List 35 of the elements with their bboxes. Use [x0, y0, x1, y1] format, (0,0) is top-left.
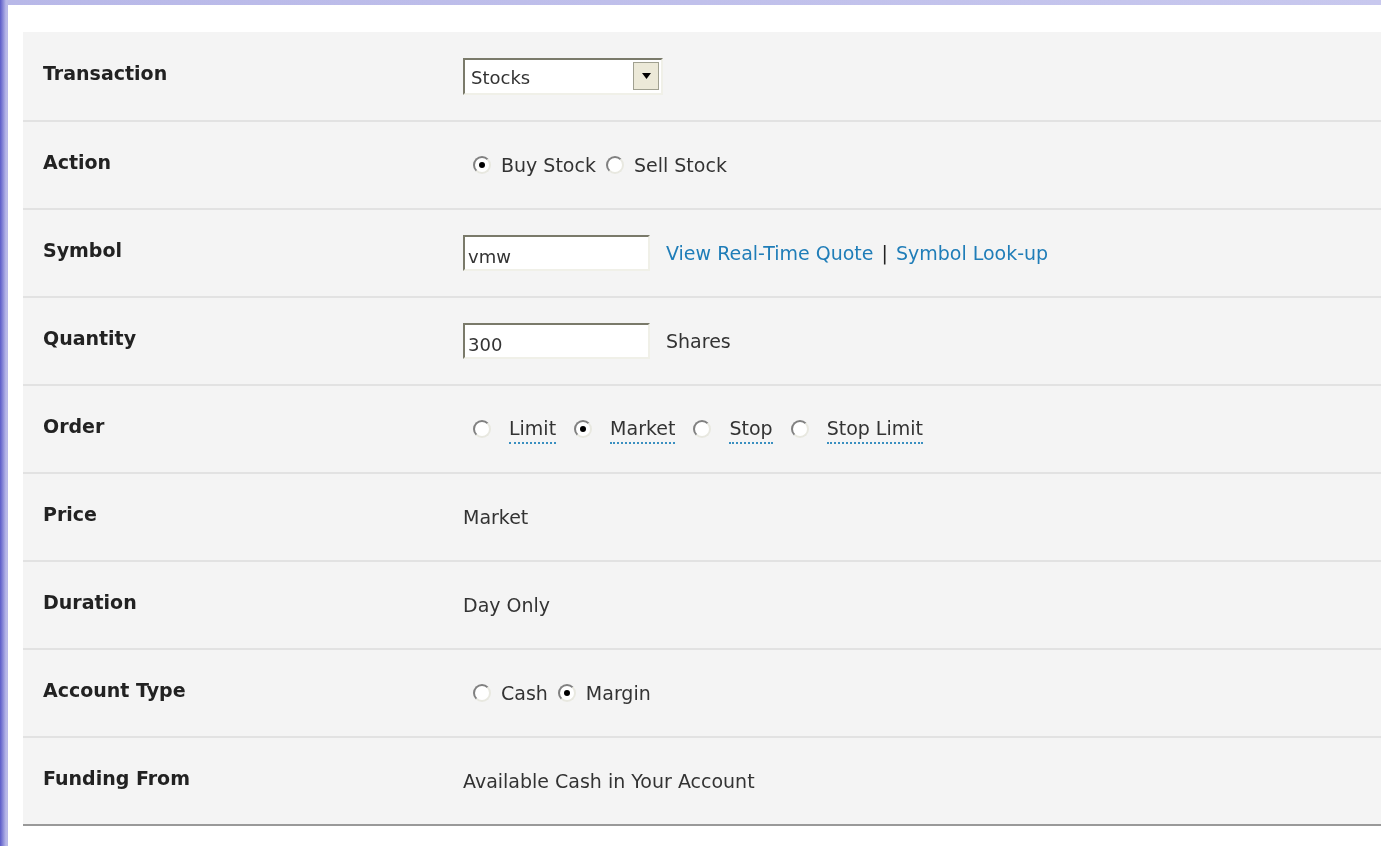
radio-button[interactable] [473, 684, 491, 702]
field-value: Available Cash in Your Account [463, 768, 755, 794]
radio-label: Sell Stock [633, 152, 727, 178]
field-value: Day Only [463, 592, 551, 618]
radio-button[interactable] [473, 156, 491, 174]
field-label: Symbol [42, 237, 124, 263]
radio-label: Cash [501, 680, 548, 706]
radio-button[interactable] [574, 420, 593, 438]
radio-button[interactable] [790, 420, 809, 438]
field-value: Market [463, 504, 529, 530]
radio-label: Buy Stock [501, 152, 596, 178]
radio-label: Margin [585, 680, 651, 706]
radio-button[interactable] [605, 156, 624, 174]
radio-button[interactable] [693, 420, 712, 438]
text-field[interactable]: 300 [463, 323, 650, 359]
order-type-link[interactable]: Stop Limit [826, 413, 923, 445]
field-label: Funding From [42, 765, 191, 791]
radio-button[interactable] [473, 420, 491, 438]
field-label: Price [42, 501, 98, 527]
quote-link[interactable]: View Real-Time Quote [666, 238, 874, 268]
order-type-link[interactable]: Stop [729, 413, 773, 445]
field-label: Order [42, 413, 106, 439]
field-label: Action [42, 149, 113, 175]
stocks-dropdown[interactable]: Stocks [463, 57, 663, 95]
order-type-link[interactable]: Market [610, 413, 676, 445]
unit-label: Shares [666, 328, 731, 354]
field-label: Duration [42, 589, 138, 615]
link-separator: | [881, 240, 888, 267]
field-label: Quantity [42, 325, 138, 351]
field-label: Transaction [42, 60, 169, 86]
text-field[interactable]: vmw [463, 235, 650, 271]
radio-button[interactable] [557, 684, 576, 702]
order-type-link[interactable]: Limit [509, 413, 557, 445]
field-label: Account Type [42, 677, 187, 703]
lookup-link[interactable]: Symbol Look-up [895, 238, 1049, 268]
